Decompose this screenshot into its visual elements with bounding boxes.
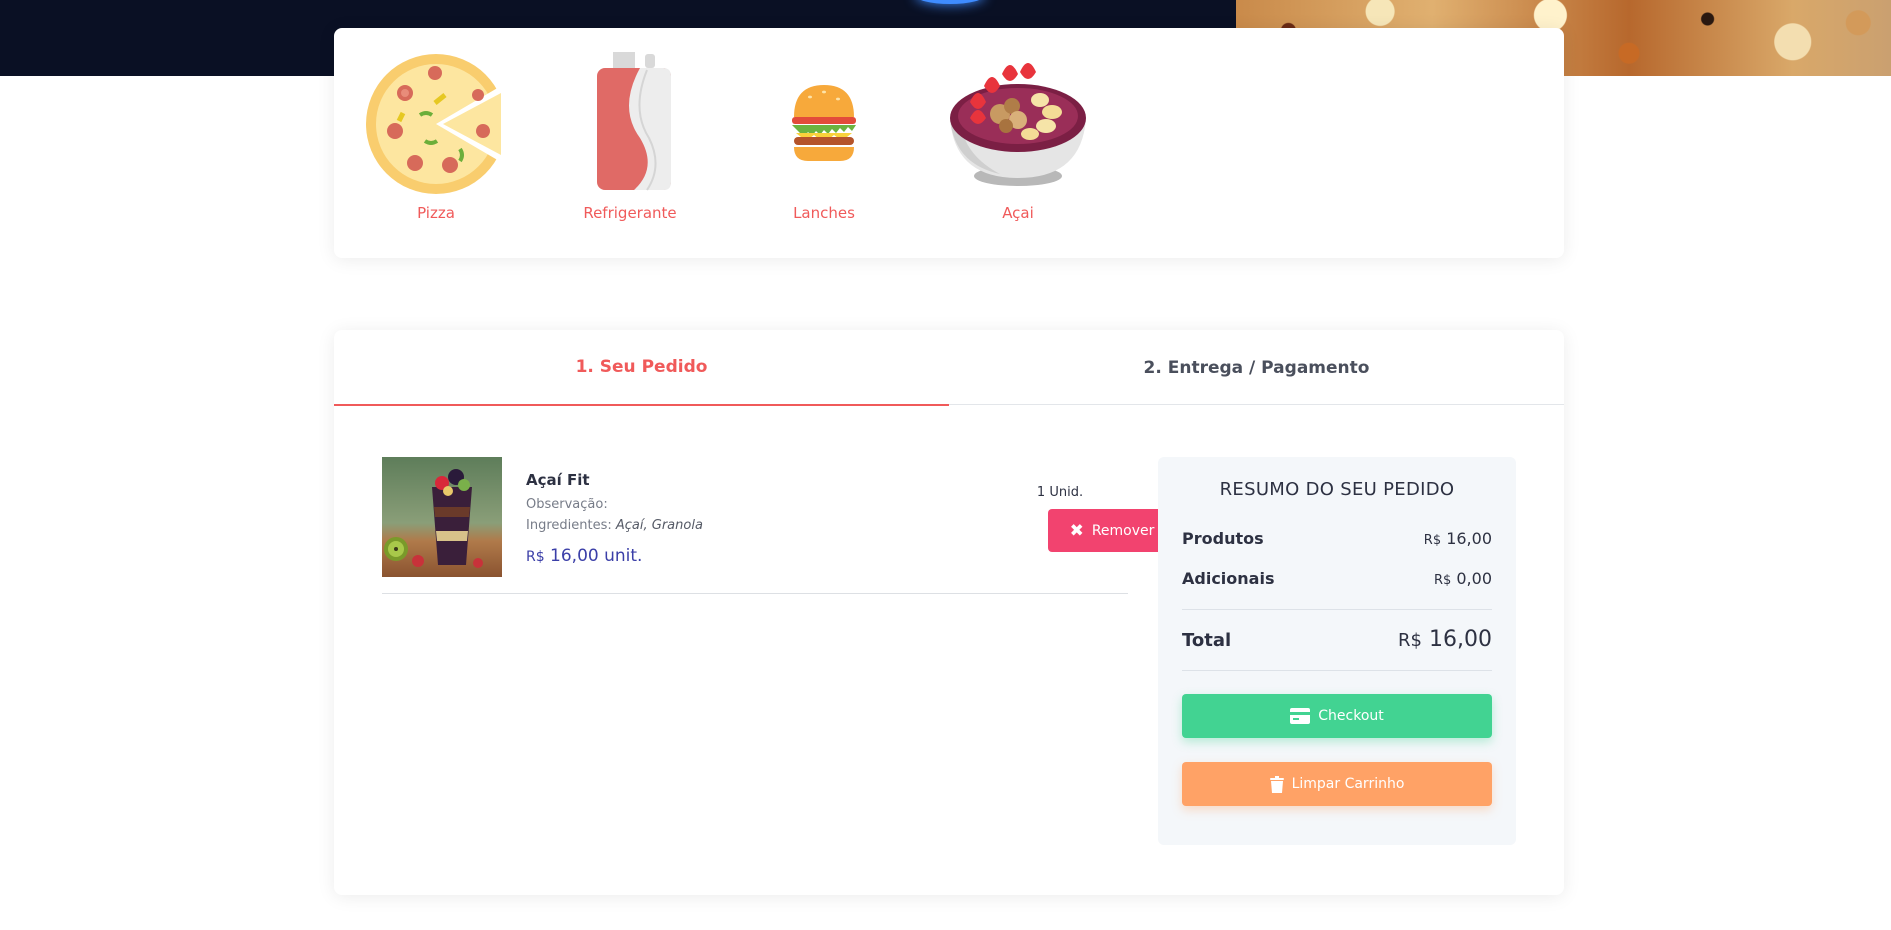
trash-icon	[1269, 775, 1284, 793]
order-summary: RESUMO DO SEU PEDIDO Produtos R$ 16,00 A…	[1158, 457, 1516, 845]
category-label: Lanches	[793, 204, 855, 222]
produtos-value: R$ 16,00	[1423, 529, 1492, 548]
produtos-label: Produtos	[1182, 529, 1264, 548]
category-label: Açai	[1002, 204, 1034, 222]
category-acai[interactable]: Açai	[943, 50, 1093, 222]
category-menu: Pizza Refrigerante Lanches Açai	[334, 28, 1564, 258]
burger-icon	[792, 85, 856, 161]
adicionais-label: Adicionais	[1182, 569, 1275, 588]
clear-cart-label: Limpar Carrinho	[1291, 776, 1405, 792]
total-label: Total	[1182, 630, 1232, 651]
product-name: Açaí Fit	[526, 471, 590, 489]
acai-bowl-icon	[950, 63, 1086, 186]
category-lanches[interactable]: Lanches	[749, 50, 899, 222]
ingredients-label: Ingredientes:	[526, 518, 612, 533]
close-icon: ✖	[1069, 520, 1084, 541]
product-quantity: 1 Unid.	[1036, 485, 1084, 500]
product-observation: Observação:	[526, 497, 608, 512]
category-label: Refrigerante	[583, 204, 677, 222]
ingredients-value: Açaí, Granola	[615, 518, 703, 533]
cart-panel: 1. Seu Pedido 2. Entrega / Pagamento Aça…	[334, 330, 1564, 895]
checkout-button[interactable]: Checkout	[1182, 694, 1492, 738]
adicionais-value: R$ 0,00	[1433, 569, 1492, 588]
category-refrigerante[interactable]: Refrigerante	[555, 50, 705, 222]
soda-can-icon	[597, 52, 671, 191]
remove-button[interactable]: ✖ Remover	[1048, 509, 1176, 552]
tab-seu-pedido[interactable]: 1. Seu Pedido	[334, 330, 949, 406]
product-ingredients: Ingredientes: Açaí, Granola	[526, 518, 703, 533]
cart-item: Açaí Fit Observação: Ingredientes: Açaí,…	[382, 457, 1176, 594]
summary-produtos: Produtos R$ 16,00	[1182, 529, 1492, 548]
price-value: 16,00 unit.	[550, 546, 643, 566]
total-value: R$ 16,00	[1398, 627, 1492, 652]
tab-entrega-pagamento[interactable]: 2. Entrega / Pagamento	[949, 330, 1564, 405]
divider	[1182, 609, 1492, 610]
divider	[1182, 670, 1492, 671]
pizza-icon	[366, 54, 506, 194]
clear-cart-button[interactable]: Limpar Carrinho	[1182, 762, 1492, 806]
price-currency: R$	[526, 549, 545, 565]
credit-card-icon	[1290, 708, 1311, 724]
product-price: R$ 16,00 unit.	[526, 546, 642, 566]
category-label: Pizza	[417, 204, 455, 222]
summary-adicionais: Adicionais R$ 0,00	[1182, 569, 1492, 588]
logo-glow	[915, 0, 985, 4]
summary-total: Total R$ 16,00	[1182, 627, 1492, 652]
remove-label: Remover	[1091, 522, 1155, 539]
checkout-tabs: 1. Seu Pedido 2. Entrega / Pagamento	[334, 330, 1564, 406]
category-pizza[interactable]: Pizza	[361, 50, 511, 222]
summary-title: RESUMO DO SEU PEDIDO	[1219, 479, 1455, 500]
product-thumbnail	[382, 457, 502, 577]
checkout-label: Checkout	[1318, 708, 1384, 724]
